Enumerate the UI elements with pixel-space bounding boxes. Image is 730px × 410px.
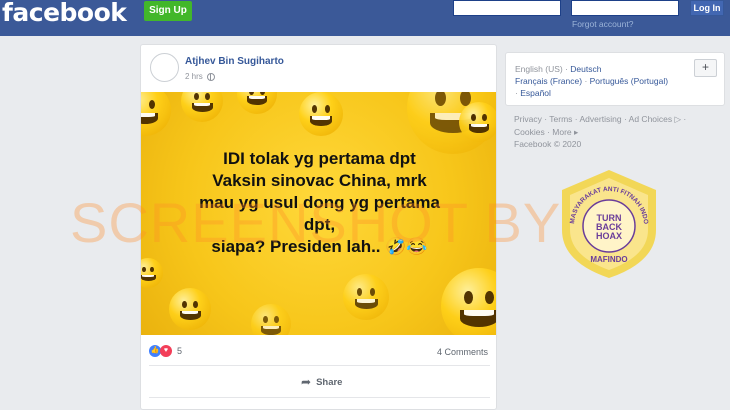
post-text-line: dpt,: [303, 215, 336, 234]
ad-choices-icon: ▷: [674, 114, 682, 124]
globe-icon: [206, 72, 215, 81]
post-image[interactable]: IDI tolak yg pertama dpt Vaksin sinovac …: [141, 92, 496, 335]
footer-link[interactable]: Ad Choices: [629, 114, 672, 124]
mafindo-seal-logo: MASYARAKAT ANTI FITNAH INDONESIA TURN BA…: [556, 168, 656, 278]
footer-link[interactable]: Privacy: [514, 114, 542, 124]
footer-link[interactable]: More: [552, 127, 571, 137]
share-button[interactable]: ➦ Share: [301, 375, 342, 389]
language-list: English (US) · Deutsch Français (France)…: [515, 64, 669, 98]
reactions-summary[interactable]: 👍 ♥ 5: [149, 345, 182, 357]
footer-link[interactable]: Advertising: [580, 114, 622, 124]
laughing-emoji-icon: [343, 274, 389, 320]
email-field[interactable]: [453, 0, 561, 16]
comments-link[interactable]: 4 Comments: [437, 347, 488, 357]
current-language: English (US): [515, 64, 563, 74]
post-card: Atjhev Bin Sugiharto 2 hrs IDI tolak yg …: [140, 44, 497, 410]
top-navigation-bar: facebook Sign Up Forgot account? Log In: [0, 0, 730, 36]
facebook-logo[interactable]: facebook: [2, 0, 127, 26]
more-arrow-icon: ▸: [574, 126, 579, 137]
add-language-button[interactable]: +: [694, 59, 717, 77]
seal-bottom-text: MAFINDO: [590, 255, 627, 264]
password-field[interactable]: [571, 0, 679, 16]
forgot-account-link[interactable]: Forgot account?: [572, 19, 633, 29]
post-text-line: mau yg usul dong yg pertama: [199, 193, 440, 212]
laughing-emoji-icon: [181, 92, 223, 122]
laughing-emoji-icon: [237, 92, 277, 114]
post-text-line: Vaksin sinovac China, mrk: [212, 171, 427, 190]
login-button[interactable]: Log In: [690, 0, 724, 16]
language-link[interactable]: Français (France): [515, 76, 582, 86]
language-link[interactable]: Español: [520, 88, 551, 98]
reaction-count: 5: [177, 346, 183, 356]
laughing-emoji-icon: [169, 288, 211, 330]
share-label: Share: [316, 376, 343, 388]
laughing-emoji-icon: [299, 92, 343, 136]
post-author[interactable]: Atjhev Bin Sugiharto: [185, 56, 284, 67]
signup-button[interactable]: Sign Up: [144, 1, 192, 21]
post-time[interactable]: 2 hrs: [185, 72, 203, 81]
seal-center-text: HOAX: [596, 231, 622, 241]
laughing-emoji-icon: [141, 258, 163, 288]
laughing-emoji-icon: [251, 304, 291, 335]
language-link[interactable]: Português (Portugal): [590, 76, 668, 86]
footer-link[interactable]: Cookies: [514, 127, 545, 137]
footer-links: Privacy · Terms · Advertising · Ad Choic…: [514, 114, 687, 149]
avatar[interactable]: [150, 53, 179, 82]
share-icon: ➦: [301, 375, 312, 389]
love-reaction-icon: ♥: [160, 345, 172, 357]
divider: [149, 365, 490, 366]
copyright: Facebook © 2020: [514, 139, 582, 149]
laughing-emoji-icon: [141, 92, 171, 136]
post-meta: 2 hrs: [185, 72, 215, 81]
laughing-emoji-icon: [441, 268, 496, 335]
post-text-line: IDI tolak yg pertama dpt: [223, 149, 416, 168]
divider: [149, 397, 490, 398]
language-link[interactable]: Deutsch: [570, 64, 601, 74]
laughing-emoji-icon: [459, 102, 496, 142]
post-image-text: IDI tolak yg pertama dpt Vaksin sinovac …: [141, 148, 496, 258]
post-text-line: siapa? Presiden lah.. 🤣😂: [211, 237, 428, 256]
footer-link[interactable]: Terms: [549, 114, 572, 124]
language-selector: English (US) · Deutsch Français (France)…: [505, 52, 725, 106]
